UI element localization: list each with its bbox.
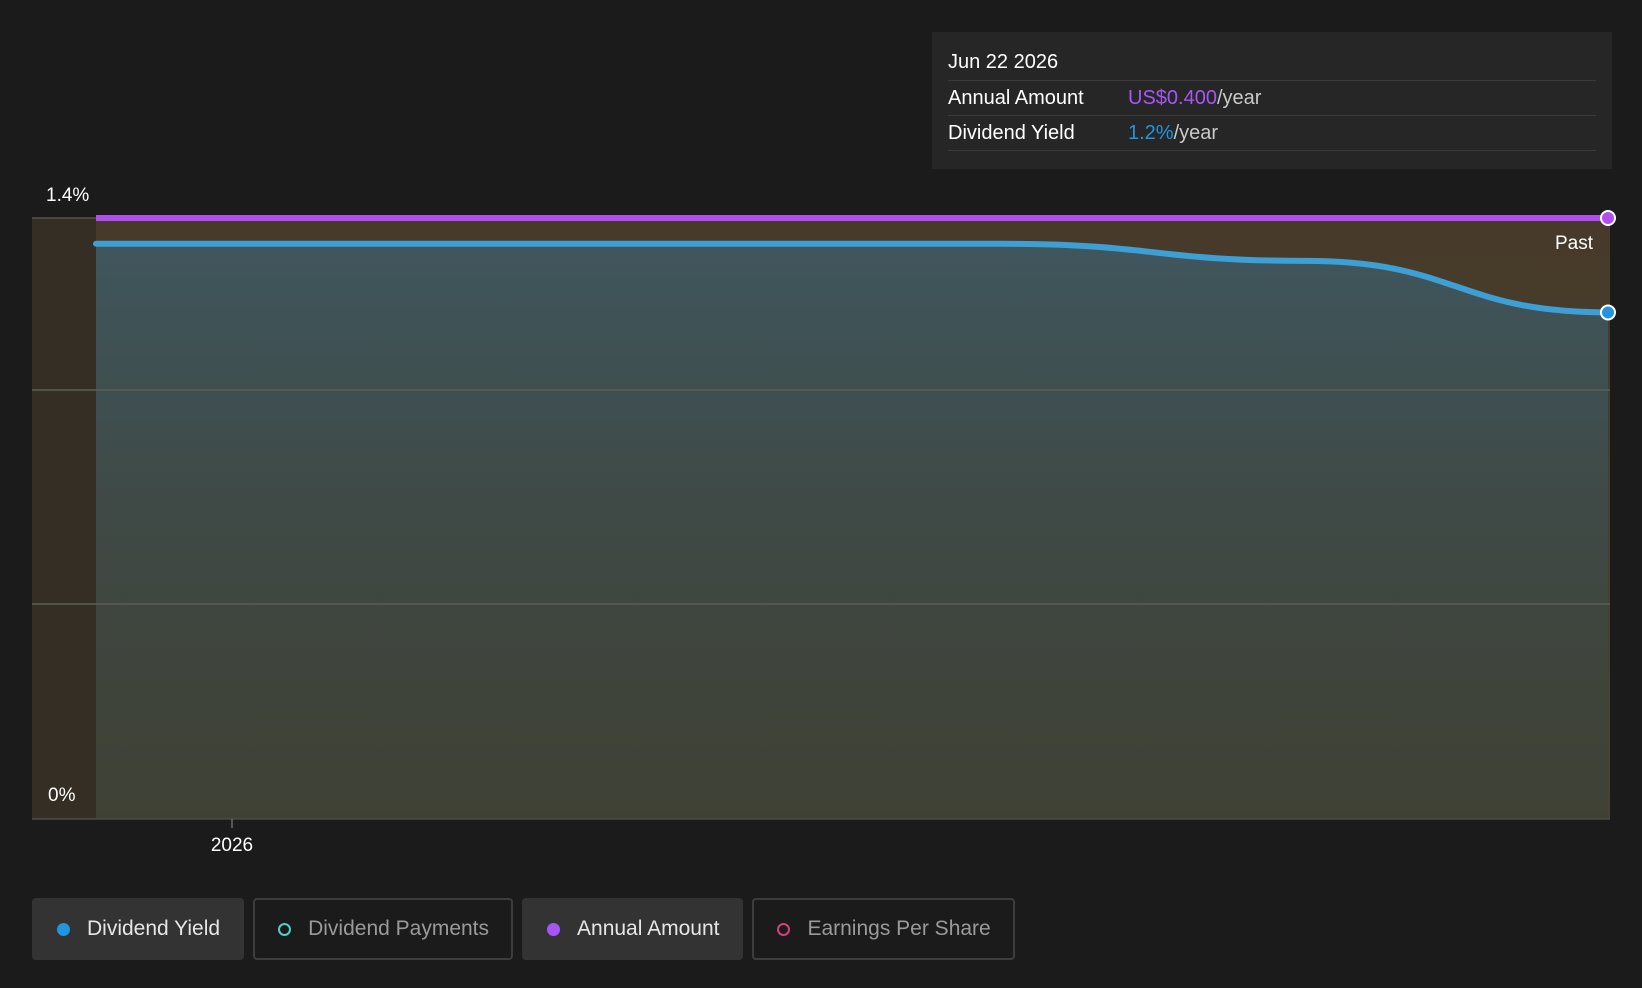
legend-label: Earnings Per Share (807, 917, 991, 940)
dividend-yield-dot-icon (57, 922, 70, 936)
legend-label: Dividend Payments (308, 917, 490, 940)
tooltip-dividend-yield-unit: /year (1173, 122, 1219, 144)
chart-tooltip: Jun 22 2026 Annual Amount US$0.400 /year… (932, 32, 1612, 169)
legend-item-dividend-yield[interactable]: Dividend Yield (32, 898, 245, 960)
chart-legend: Dividend Yield Dividend Payments Annual … (32, 898, 1024, 960)
tooltip-row-dividend-yield: Dividend Yield 1.2% /year (948, 116, 1596, 151)
dividend-yield-area (96, 243, 1608, 820)
tooltip-dividend-yield-value: 1.2% (1128, 122, 1174, 144)
chart-background-left (32, 218, 96, 819)
tooltip-annual-amount-unit: /year (1216, 87, 1262, 109)
earnings-per-share-ring-icon (777, 922, 791, 936)
past-region-label: Past (1555, 233, 1594, 254)
tooltip-dividend-yield-label: Dividend Yield (948, 122, 1075, 144)
tooltip-annual-amount-label: Annual Amount (948, 87, 1084, 109)
tooltip-annual-amount-value: US$0.400 (1128, 87, 1217, 109)
legend-label: Annual Amount (577, 917, 720, 940)
legend-item-dividend-payments[interactable]: Dividend Payments (253, 898, 514, 960)
dividend-yield-point[interactable] (1600, 304, 1616, 321)
tooltip-date: Jun 22 2026 (948, 46, 1596, 81)
legend-item-annual-amount[interactable]: Annual Amount (522, 898, 744, 960)
annual-amount-point[interactable] (1600, 210, 1616, 226)
tooltip-row-annual-amount: Annual Amount US$0.400 /year (948, 81, 1596, 116)
legend-item-earnings-per-share[interactable]: Earnings Per Share (752, 898, 1015, 960)
y-tick-label-top: 1.4% (46, 185, 89, 206)
x-tick-label-2026: 2026 (211, 835, 253, 856)
legend-label: Dividend Yield (87, 917, 221, 940)
y-tick-label-bottom: 0% (48, 785, 76, 806)
dividend-payments-ring-icon (278, 922, 292, 936)
annual-amount-dot-icon (547, 922, 561, 936)
